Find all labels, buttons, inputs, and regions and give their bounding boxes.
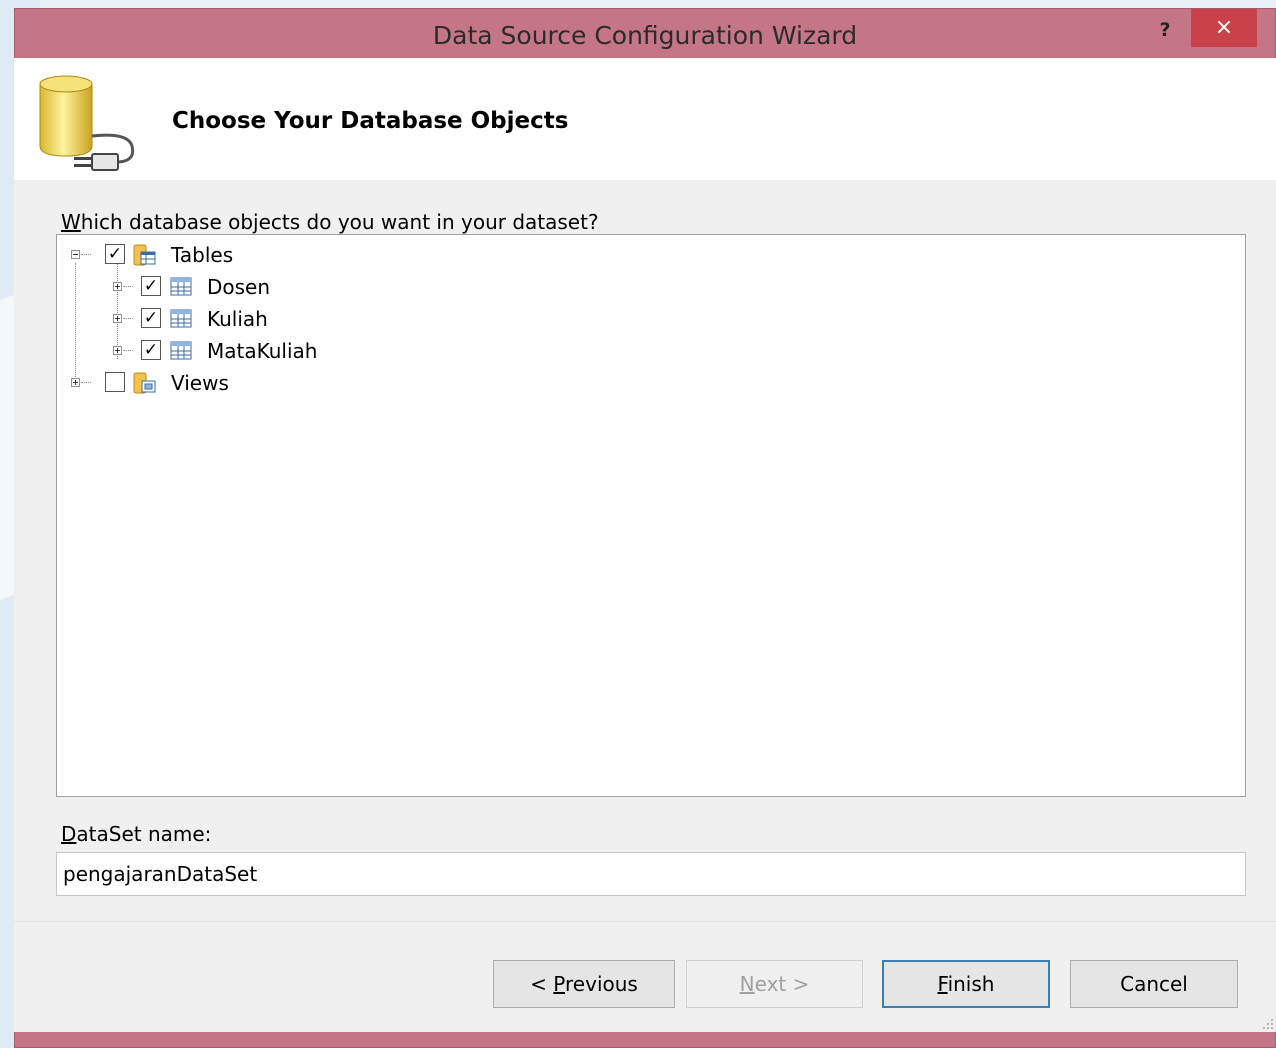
kuliah-checkbox[interactable]: ✓ xyxy=(141,308,161,328)
finish-mnemonic: F xyxy=(937,972,948,996)
expand-icon[interactable] xyxy=(113,314,122,323)
cancel-button[interactable]: Cancel xyxy=(1070,960,1238,1008)
previous-text: revious xyxy=(565,972,638,996)
database-objects-tree[interactable]: ✓ Tables ✓ Dosen ✓ Kuliah ✓ MataKuliah V… xyxy=(56,234,1246,797)
prompt-mnemonic: W xyxy=(61,210,81,234)
table-icon xyxy=(170,277,192,296)
views-checkbox[interactable] xyxy=(105,372,125,392)
table-icon xyxy=(170,309,192,328)
collapse-icon[interactable] xyxy=(71,250,80,259)
expand-icon[interactable] xyxy=(113,346,122,355)
next-button[interactable]: Next > xyxy=(686,960,863,1008)
prompt-text: hich database objects do you want in you… xyxy=(80,210,599,234)
tree-node-views[interactable]: Views xyxy=(57,369,457,399)
tree-connector-line xyxy=(81,382,91,383)
dataset-label-mnemonic: D xyxy=(61,822,77,846)
resize-grip-icon[interactable] xyxy=(1260,1016,1274,1030)
wizard-header: Choose Your Database Objects xyxy=(14,58,1276,180)
window-title: Data Source Configuration Wizard xyxy=(432,21,858,50)
next-text: ext > xyxy=(754,972,810,996)
help-button[interactable]: ? xyxy=(1135,11,1195,49)
tree-node-matakuliah[interactable]: ✓ MataKuliah xyxy=(57,337,457,367)
finish-text: inish xyxy=(947,972,995,996)
tables-folder-icon xyxy=(133,244,156,266)
tables-checkbox[interactable]: ✓ xyxy=(105,244,125,264)
tree-node-tables[interactable]: ✓ Tables xyxy=(57,241,457,271)
tree-node-kuliah[interactable]: ✓ Kuliah xyxy=(57,305,457,335)
database-plug-icon xyxy=(39,75,135,171)
wizard-client-area: Choose Your Database Objects Which datab… xyxy=(14,58,1276,1032)
dataset-label-text: ataSet name: xyxy=(76,822,212,846)
previous-prefix: < xyxy=(530,972,554,996)
tree-node-label: Dosen xyxy=(207,275,271,299)
expand-icon[interactable] xyxy=(71,378,80,387)
dosen-checkbox[interactable]: ✓ xyxy=(141,276,161,296)
tree-node-label: Kuliah xyxy=(207,307,268,331)
tree-node-label: Tables xyxy=(171,243,234,267)
tree-connector-line xyxy=(123,318,133,319)
expand-icon[interactable] xyxy=(113,282,122,291)
dataset-name-field[interactable] xyxy=(56,852,1246,896)
tree-node-label: Views xyxy=(171,371,229,395)
close-button[interactable]: × xyxy=(1191,9,1257,47)
tree-node-label: MataKuliah xyxy=(207,339,318,363)
tree-connector-line xyxy=(123,350,133,351)
table-icon xyxy=(170,341,192,360)
next-mnemonic: N xyxy=(739,972,755,996)
previous-mnemonic: P xyxy=(553,972,566,996)
objects-prompt-label: Which database objects do you want in yo… xyxy=(61,210,599,234)
tree-node-dosen[interactable]: ✓ Dosen xyxy=(57,273,457,303)
footer-divider xyxy=(14,921,1276,922)
previous-button[interactable]: < Previous xyxy=(493,960,675,1008)
matakuliah-checkbox[interactable]: ✓ xyxy=(141,340,161,360)
dataset-name-label: DataSet name: xyxy=(61,822,211,846)
tree-connector-line xyxy=(81,254,91,255)
page-title: Choose Your Database Objects xyxy=(172,108,569,134)
views-folder-icon xyxy=(133,372,156,394)
finish-button[interactable]: Finish xyxy=(882,960,1050,1008)
tree-connector-line xyxy=(123,286,133,287)
